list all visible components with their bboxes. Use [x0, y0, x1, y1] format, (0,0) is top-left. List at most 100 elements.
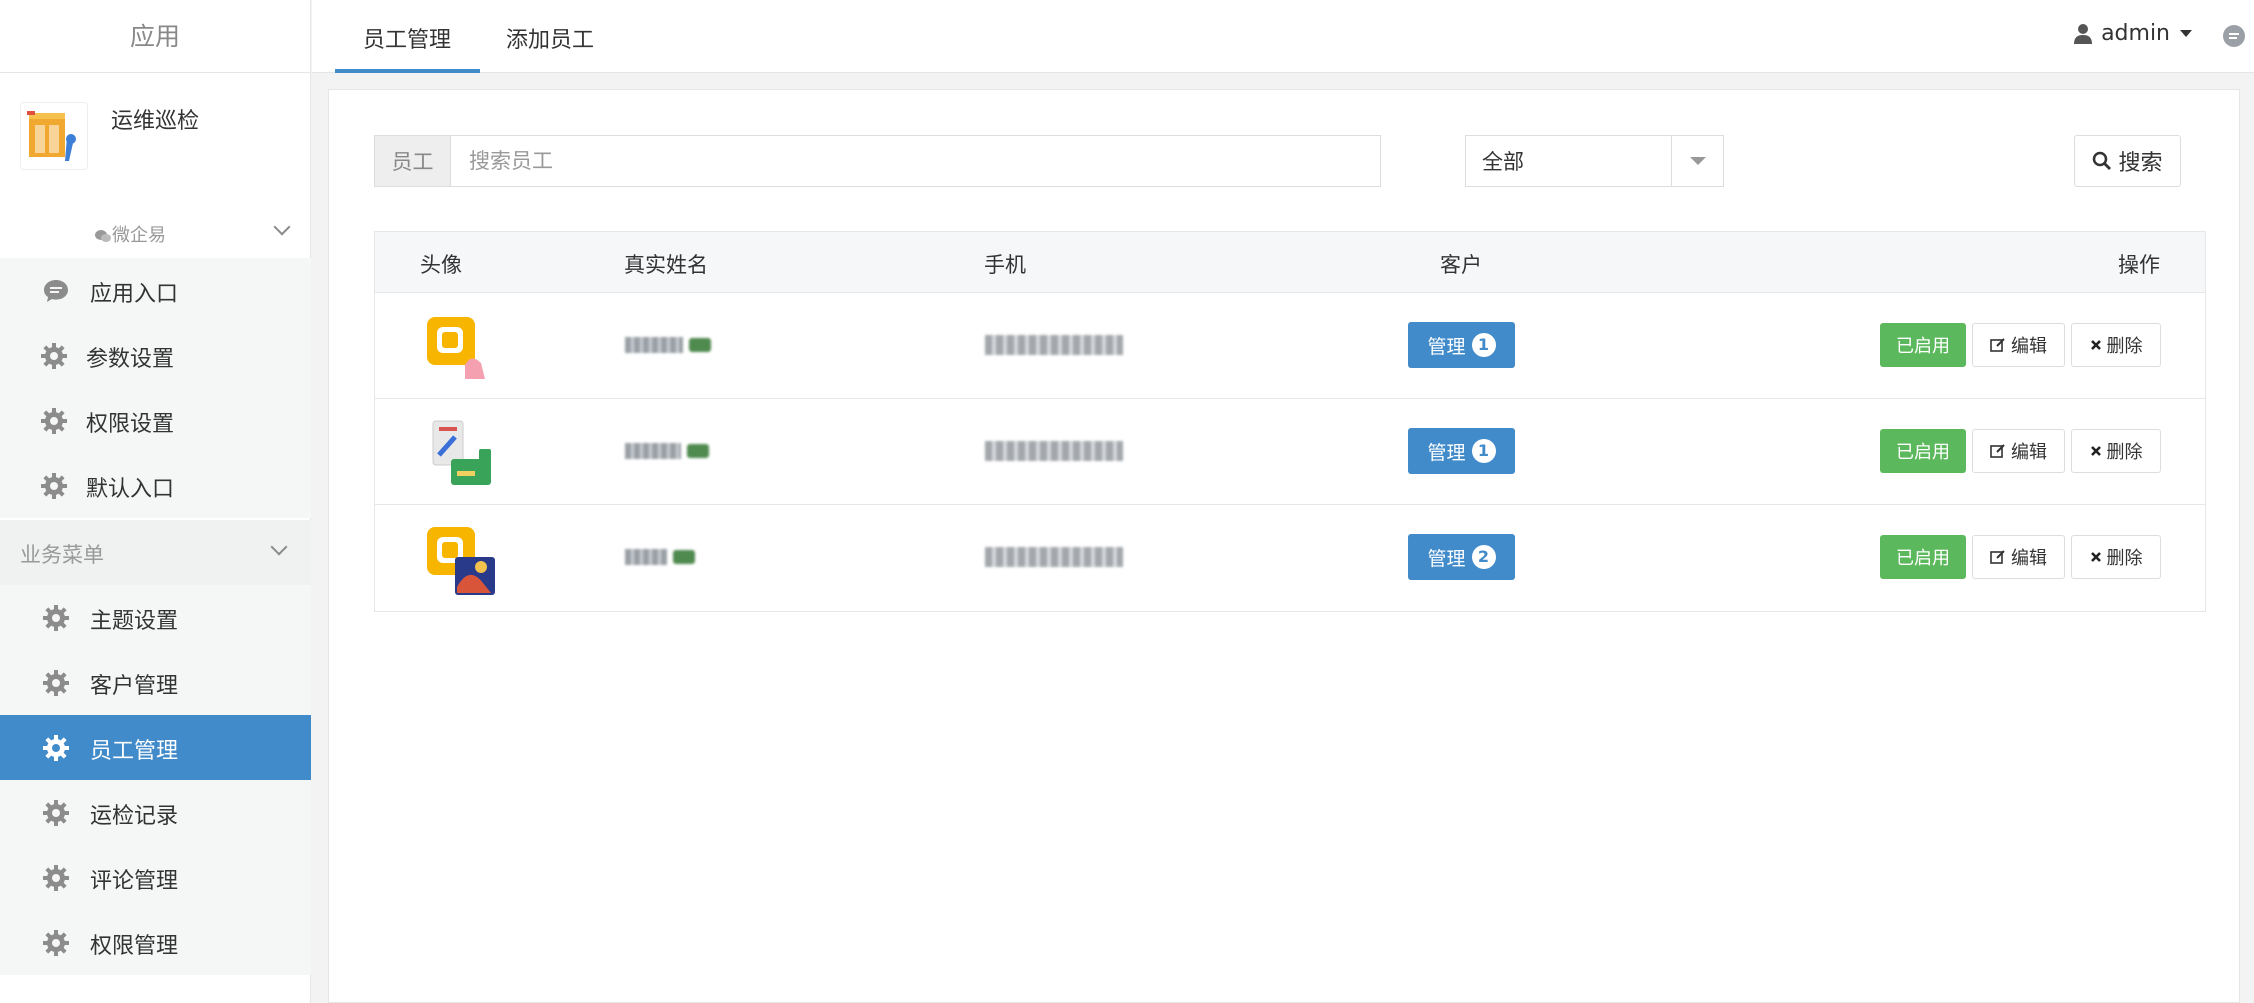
edit-label: 编辑: [2011, 548, 2047, 569]
search-input[interactable]: [451, 136, 1380, 186]
gear-icon: [41, 408, 67, 434]
triangle-down-icon: [1689, 157, 1706, 165]
customer-count-badge: 2: [1471, 545, 1496, 569]
avatar: [427, 527, 495, 595]
manage-label: 管理: [1427, 547, 1466, 570]
search-addon-label: 员工: [375, 136, 451, 186]
sidebar-item-access[interactable]: 权限管理: [0, 910, 311, 975]
sidebar-item-label: 应用入口: [90, 282, 179, 307]
user-icon: [2074, 23, 2093, 44]
avatar: [427, 317, 485, 379]
edit-label: 编辑: [2011, 336, 2047, 357]
col-avatar: 头像: [420, 253, 462, 277]
select-value: 全部: [1482, 150, 1524, 174]
edit-label: 编辑: [2011, 442, 2047, 463]
select-toggle[interactable]: [1671, 136, 1723, 186]
chat-bubble-icon: [44, 280, 68, 302]
enabled-status-button[interactable]: 已启用: [1880, 429, 1966, 473]
sidebar-item-label: 客户管理: [90, 674, 179, 699]
gear-icon: [43, 865, 69, 891]
group-wqy-header[interactable]: 微企易: [0, 203, 311, 260]
edit-button[interactable]: 编辑: [1972, 535, 2065, 579]
manage-label: 管理: [1427, 441, 1466, 464]
name-redacted: [625, 545, 695, 569]
manage-label: 管理: [1427, 335, 1466, 358]
content-panel: 员工 全部 搜索 头像 真实姓名 手机 客户 操作 管理 1 已启用: [328, 89, 2240, 1003]
tab-add-employee[interactable]: 添加员工: [480, 0, 625, 73]
search-button-label: 搜索: [2118, 151, 2163, 176]
sidebar-item-params[interactable]: 参数设置: [0, 323, 311, 388]
edit-icon: [1990, 550, 2005, 564]
search-button[interactable]: 搜索: [2074, 135, 2181, 187]
user-name: admin: [2101, 21, 2170, 46]
edit-icon: [1990, 338, 2005, 352]
sidebar-item-label: 默认入口: [86, 477, 175, 502]
manage-customers-button[interactable]: 管理 2: [1408, 534, 1515, 580]
app-logo: [20, 102, 88, 170]
phone-redacted: [985, 335, 1123, 355]
gear-icon: [43, 800, 69, 826]
gear-icon: [43, 670, 69, 696]
sidebar-item-default-entry[interactable]: 默认入口: [0, 453, 311, 518]
edit-button[interactable]: 编辑: [1972, 323, 2065, 367]
sidebar-item-app-entry[interactable]: 应用入口: [0, 258, 311, 323]
menu-wqy: 应用入口 参数设置 权限设置 默认入口: [0, 258, 311, 518]
chevron-down-icon: [273, 218, 291, 236]
sidebar-title: 应用: [0, 0, 310, 73]
sidebar: 应用 运维巡检 微企易 应用入口 参数设置 权限设置 默认入口 业务菜单 主题设…: [0, 0, 311, 1003]
sidebar-item-permissions[interactable]: 权限设置: [0, 388, 311, 453]
enabled-status-button[interactable]: 已启用: [1880, 535, 1966, 579]
delete-label: 删除: [2106, 336, 2143, 357]
menu-biz: 主题设置 客户管理 员工管理 运检记录 评论管理 权限管理: [0, 585, 311, 975]
sidebar-item-label: 运检记录: [90, 804, 179, 829]
sidebar-item-employees[interactable]: 员工管理: [0, 715, 311, 780]
phone-redacted: [985, 441, 1123, 461]
close-icon: [2090, 446, 2101, 456]
close-icon: [2090, 552, 2101, 562]
table-row: 管理 1 已启用 编辑 删除: [375, 293, 2205, 399]
name-redacted: [625, 439, 709, 463]
customer-count-badge: 1: [1471, 333, 1496, 357]
sidebar-item-label: 参数设置: [86, 347, 175, 372]
delete-button[interactable]: 删除: [2071, 323, 2161, 367]
sidebar-item-label: 员工管理: [90, 739, 179, 764]
gear-icon: [41, 343, 67, 369]
manage-customers-button[interactable]: 管理 1: [1408, 428, 1515, 474]
enabled-status-button[interactable]: 已启用: [1880, 323, 1966, 367]
top-bar: 员工管理 添加员工 admin: [312, 0, 2254, 73]
delete-button[interactable]: 删除: [2071, 429, 2161, 473]
employee-table: 头像 真实姓名 手机 客户 操作 管理 1 已启用 编辑 删除 管理 1 已启用…: [374, 231, 2206, 612]
manage-customers-button[interactable]: 管理 1: [1408, 322, 1515, 368]
name-redacted: [625, 333, 711, 357]
sidebar-item-inspection-records[interactable]: 运检记录: [0, 780, 311, 845]
col-actions: 操作: [2118, 253, 2160, 277]
sidebar-item-customers[interactable]: 客户管理: [0, 650, 311, 715]
sidebar-item-label: 主题设置: [90, 609, 179, 634]
avatar: [432, 420, 491, 485]
tab-employee-management[interactable]: 员工管理: [335, 0, 480, 73]
message-icon[interactable]: [2222, 24, 2246, 48]
status-select[interactable]: 全部: [1465, 135, 1724, 187]
user-menu[interactable]: admin: [2073, 21, 2192, 46]
col-real-name: 真实姓名: [624, 253, 708, 277]
sidebar-item-comments[interactable]: 评论管理: [0, 845, 311, 910]
delete-label: 删除: [2106, 442, 2143, 463]
caret-down-icon: [2180, 30, 2192, 37]
wechat-icon: [95, 230, 111, 242]
sidebar-item-label: 权限管理: [90, 934, 179, 959]
table-header: 头像 真实姓名 手机 客户 操作: [375, 232, 2205, 293]
col-customer: 客户: [1440, 253, 1482, 277]
sidebar-item-label: 权限设置: [86, 412, 175, 437]
sidebar-item-theme[interactable]: 主题设置: [0, 585, 311, 650]
edit-icon: [1990, 444, 2005, 458]
group-biz-label: 业务菜单: [20, 543, 104, 567]
edit-button[interactable]: 编辑: [1972, 429, 2065, 473]
group-wqy-label: 微企易: [94, 221, 166, 247]
customer-count-badge: 1: [1471, 439, 1496, 463]
delete-button[interactable]: 删除: [2071, 535, 2161, 579]
gear-icon: [41, 473, 67, 499]
group-biz-header[interactable]: 业务菜单: [0, 520, 311, 585]
delete-label: 删除: [2106, 548, 2143, 569]
tab-label: 添加员工: [506, 28, 595, 53]
close-icon: [2090, 340, 2101, 350]
